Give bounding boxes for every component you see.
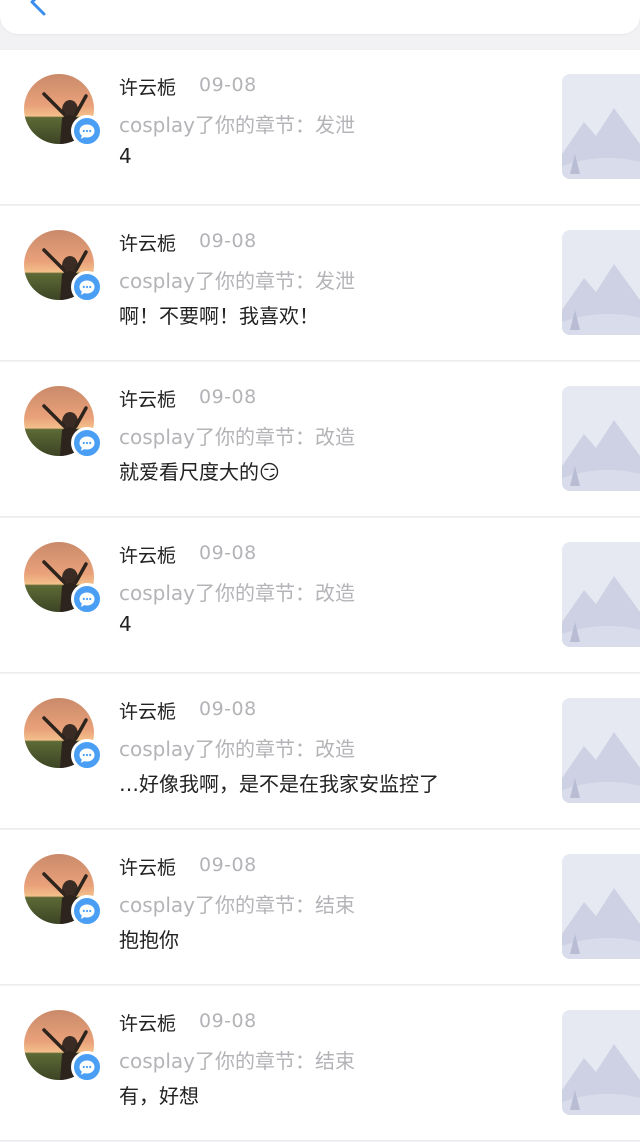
comment-badge-icon (71, 427, 103, 459)
action-text: cosplay了你的章节：改造 (119, 581, 355, 605)
username[interactable]: 许云栀 (119, 385, 176, 412)
action-text: cosplay了你的章节：结束 (119, 1049, 355, 1073)
list-item[interactable]: 许云栀 09-08 cosplay了你的章节：改造 4 (0, 518, 640, 673)
list-item[interactable]: 许云栀 09-08 cosplay了你的章节：发泄 4 (0, 50, 640, 205)
comment-text: 4 (119, 612, 132, 636)
timestamp: 09-08 (199, 698, 257, 720)
comment-text: …好像我啊，是不是在我家安监控了 (119, 772, 439, 796)
chevron-left-icon[interactable] (18, 0, 50, 20)
action-text: cosplay了你的章节：改造 (119, 737, 355, 761)
timestamp: 09-08 (199, 542, 257, 564)
username[interactable]: 许云栀 (119, 541, 176, 568)
comment-text: 4 (119, 144, 132, 168)
top-bar (0, 0, 640, 34)
username[interactable]: 许云栀 (119, 229, 176, 256)
username[interactable]: 许云栀 (119, 697, 176, 724)
comment-badge-icon (71, 739, 103, 771)
chapter-thumbnail[interactable] (562, 854, 640, 959)
comment-text: 抱抱你 (119, 928, 179, 952)
chapter-thumbnail[interactable] (562, 542, 640, 647)
comment-text: 就爱看尺度大的😏 (119, 460, 280, 484)
action-text: cosplay了你的章节：结束 (119, 893, 355, 917)
comment-badge-icon (71, 583, 103, 615)
timestamp: 09-08 (199, 1010, 257, 1032)
chapter-thumbnail[interactable] (562, 230, 640, 335)
action-text: cosplay了你的章节：发泄 (119, 269, 355, 293)
list-item[interactable]: 许云栀 09-08 cosplay了你的章节：结束 有，好想 (0, 986, 640, 1141)
comment-text: 啊！不要啊！我喜欢！ (119, 304, 319, 328)
list-item[interactable]: 许云栀 09-08 cosplay了你的章节：改造 …好像我啊，是不是在我家安监… (0, 674, 640, 829)
chapter-thumbnail[interactable] (562, 698, 640, 803)
comment-badge-icon (71, 115, 103, 147)
action-text: cosplay了你的章节：发泄 (119, 113, 355, 137)
username[interactable]: 许云栀 (119, 73, 176, 100)
list-item[interactable]: 许云栀 09-08 cosplay了你的章节：改造 就爱看尺度大的😏 (0, 362, 640, 517)
username[interactable]: 许云栀 (119, 853, 176, 880)
list-item[interactable]: 许云栀 09-08 cosplay了你的章节：发泄 啊！不要啊！我喜欢！ (0, 206, 640, 361)
action-text: cosplay了你的章节：改造 (119, 425, 355, 449)
notification-list: 许云栀 09-08 cosplay了你的章节：发泄 4 许云栀 09-08 co… (0, 50, 640, 1142)
chapter-thumbnail[interactable] (562, 1010, 640, 1115)
username[interactable]: 许云栀 (119, 1009, 176, 1036)
chapter-thumbnail[interactable] (562, 74, 640, 179)
timestamp: 09-08 (199, 230, 257, 252)
comment-badge-icon (71, 1051, 103, 1083)
timestamp: 09-08 (199, 854, 257, 876)
timestamp: 09-08 (199, 74, 257, 96)
timestamp: 09-08 (199, 386, 257, 408)
list-item[interactable]: 许云栀 09-08 cosplay了你的章节：结束 抱抱你 (0, 830, 640, 985)
comment-badge-icon (71, 895, 103, 927)
chapter-thumbnail[interactable] (562, 386, 640, 491)
comment-text: 有，好想 (119, 1084, 199, 1108)
comment-badge-icon (71, 271, 103, 303)
